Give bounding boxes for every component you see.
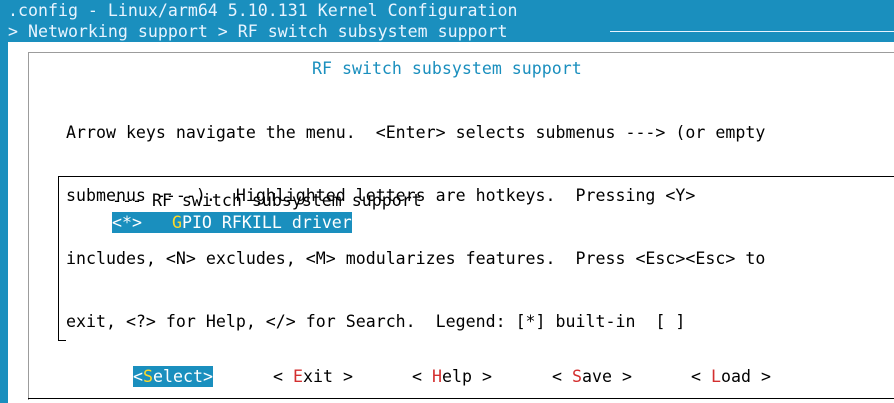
background-strip — [0, 42, 8, 403]
menu-item-label: PIO RFKILL driver — [181, 213, 352, 232]
menu-item-rf-switch-header[interactable]: --- RF switch subsystem support — [112, 190, 422, 211]
hotkey-letter: S — [143, 367, 153, 386]
breadcrumb-rule — [610, 31, 894, 32]
dialog-border-top — [28, 52, 894, 53]
dialog-border-left — [28, 52, 29, 400]
hotkey-letter: L — [710, 367, 721, 386]
menu-item-gpio-rfkill-driver[interactable]: <*> GPIO RFKILL driver — [112, 212, 352, 233]
option-state: <*> — [112, 213, 172, 232]
hotkey-letter: G — [171, 213, 182, 232]
dialog-title: RF switch subsystem support — [312, 59, 582, 78]
help-line: Arrow keys navigate the menu. <Enter> se… — [66, 123, 766, 142]
hotkey-letter: S — [571, 367, 582, 386]
save-button[interactable]: < Save > — [552, 366, 632, 387]
help-line: exit, <?> for Help, </> for Search. Lege… — [66, 312, 686, 331]
menu-frame-corner — [58, 340, 66, 341]
help-line: includes, <N> excludes, <M> modularizes … — [66, 249, 766, 268]
load-button[interactable]: < Load > — [691, 366, 771, 387]
exit-button[interactable]: < Exit > — [273, 366, 353, 387]
menu-frame-left — [58, 176, 59, 341]
dialog-border-bottom — [28, 398, 894, 399]
window-title: .config - Linux/arm64 5.10.131 Kernel Co… — [8, 1, 518, 20]
hotkey-letter: H — [431, 367, 442, 386]
hotkey-letter: E — [292, 367, 303, 386]
terminal-window: .config - Linux/arm64 5.10.131 Kernel Co… — [0, 0, 894, 403]
breadcrumb: > Networking support > RF switch subsyst… — [8, 22, 508, 41]
select-button[interactable]: <Select> — [133, 366, 213, 387]
title-bar: .config - Linux/arm64 5.10.131 Kernel Co… — [0, 0, 894, 42]
button-bar: <Select> < Exit > < Help > < Save > < Lo… — [133, 366, 771, 387]
help-button[interactable]: < Help > — [412, 366, 492, 387]
menu-frame-top — [58, 176, 894, 177]
